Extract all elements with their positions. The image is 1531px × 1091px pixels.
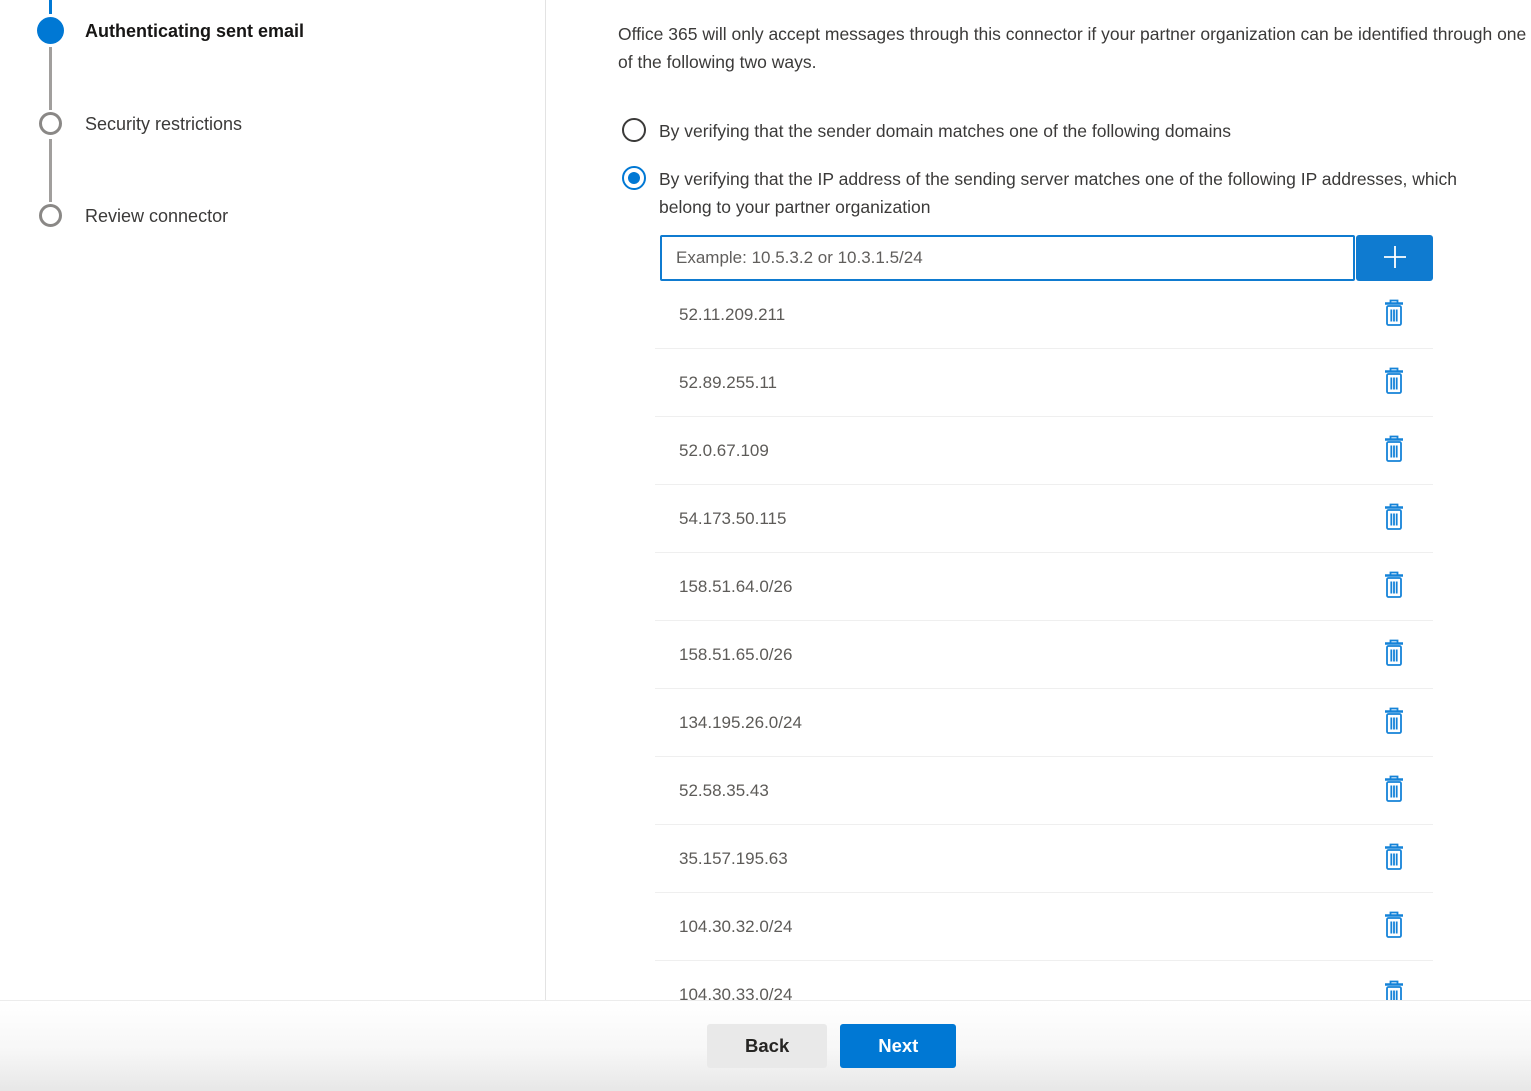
main-panel: Office 365 will only accept messages thr… [546, 0, 1531, 1000]
delete-ip-button[interactable] [1379, 706, 1409, 740]
ip-value: 104.30.33.0/24 [655, 985, 1379, 1000]
option-ip-address[interactable]: By verifying that the IP address of the … [622, 165, 1531, 221]
ip-value: 35.157.195.63 [655, 849, 1379, 869]
delete-ip-button[interactable] [1379, 910, 1409, 944]
ip-value: 52.11.209.211 [655, 305, 1379, 325]
delete-ip-button[interactable] [1379, 774, 1409, 808]
delete-ip-button[interactable] [1379, 570, 1409, 604]
trash-icon [1382, 570, 1406, 603]
step-connector [49, 47, 52, 110]
ip-row: 158.51.65.0/26 [655, 621, 1433, 689]
wizard-footer: Back Next [0, 1000, 1531, 1091]
trash-icon [1382, 706, 1406, 739]
trash-icon [1382, 434, 1406, 467]
radio-selected[interactable] [622, 166, 646, 190]
step-security-restrictions[interactable]: Security restrictions [85, 114, 242, 135]
ip-address-list: 52.11.209.211 [655, 281, 1433, 1000]
ip-row: 52.11.209.211 [655, 281, 1433, 349]
back-button[interactable]: Back [707, 1024, 827, 1068]
step-connector-completed [49, 0, 52, 14]
option-sender-domain-label: By verifying that the sender domain matc… [659, 117, 1231, 145]
add-ip-button[interactable] [1356, 235, 1433, 281]
ip-row: 52.58.35.43 [655, 757, 1433, 825]
delete-ip-button[interactable] [1379, 842, 1409, 876]
trash-icon [1382, 774, 1406, 807]
ip-value: 158.51.64.0/26 [655, 577, 1379, 597]
delete-ip-button[interactable] [1379, 978, 1409, 1000]
ip-value: 52.0.67.109 [655, 441, 1379, 461]
ip-value: 52.89.255.11 [655, 373, 1379, 393]
ip-row: 35.157.195.63 [655, 825, 1433, 893]
next-button[interactable]: Next [840, 1024, 956, 1068]
delete-ip-button[interactable] [1379, 502, 1409, 536]
ip-row: 104.30.33.0/24 [655, 961, 1433, 1000]
step-review-connector[interactable]: Review connector [85, 206, 228, 227]
ip-row: 104.30.32.0/24 [655, 893, 1433, 961]
trash-icon [1382, 979, 1406, 1001]
ip-entry-row [660, 235, 1433, 281]
delete-ip-button[interactable] [1379, 434, 1409, 468]
plus-icon [1379, 241, 1411, 276]
step-open-dot [39, 204, 62, 227]
ip-row: 54.173.50.115 [655, 485, 1433, 553]
trash-icon [1382, 502, 1406, 535]
ip-row: 134.195.26.0/24 [655, 689, 1433, 757]
delete-ip-button[interactable] [1379, 638, 1409, 672]
delete-ip-button[interactable] [1379, 366, 1409, 400]
step-connector [49, 139, 52, 202]
step-open-dot [39, 112, 62, 135]
option-sender-domain[interactable]: By verifying that the sender domain matc… [622, 117, 1531, 145]
trash-icon [1382, 298, 1406, 331]
intro-text: Office 365 will only accept messages thr… [618, 20, 1530, 76]
ip-address-input[interactable] [660, 235, 1355, 281]
ip-value: 104.30.32.0/24 [655, 917, 1379, 937]
ip-row: 52.89.255.11 [655, 349, 1433, 417]
ip-value: 54.173.50.115 [655, 509, 1379, 529]
wizard-stepper: Authenticating sent email Security restr… [0, 0, 546, 1000]
connector-wizard: Authenticating sent email Security restr… [0, 0, 1531, 1000]
ip-row: 52.0.67.109 [655, 417, 1433, 485]
trash-icon [1382, 366, 1406, 399]
delete-ip-button[interactable] [1379, 298, 1409, 332]
radio-unselected[interactable] [622, 118, 646, 142]
ip-row: 158.51.64.0/26 [655, 553, 1433, 621]
step-active-dot [37, 17, 64, 44]
option-ip-address-label: By verifying that the IP address of the … [659, 165, 1474, 221]
step-authenticating-sent-email[interactable]: Authenticating sent email [85, 21, 304, 42]
trash-icon [1382, 842, 1406, 875]
ip-value: 158.51.65.0/26 [655, 645, 1379, 665]
trash-icon [1382, 638, 1406, 671]
ip-value: 52.58.35.43 [655, 781, 1379, 801]
trash-icon [1382, 910, 1406, 943]
ip-value: 134.195.26.0/24 [655, 713, 1379, 733]
